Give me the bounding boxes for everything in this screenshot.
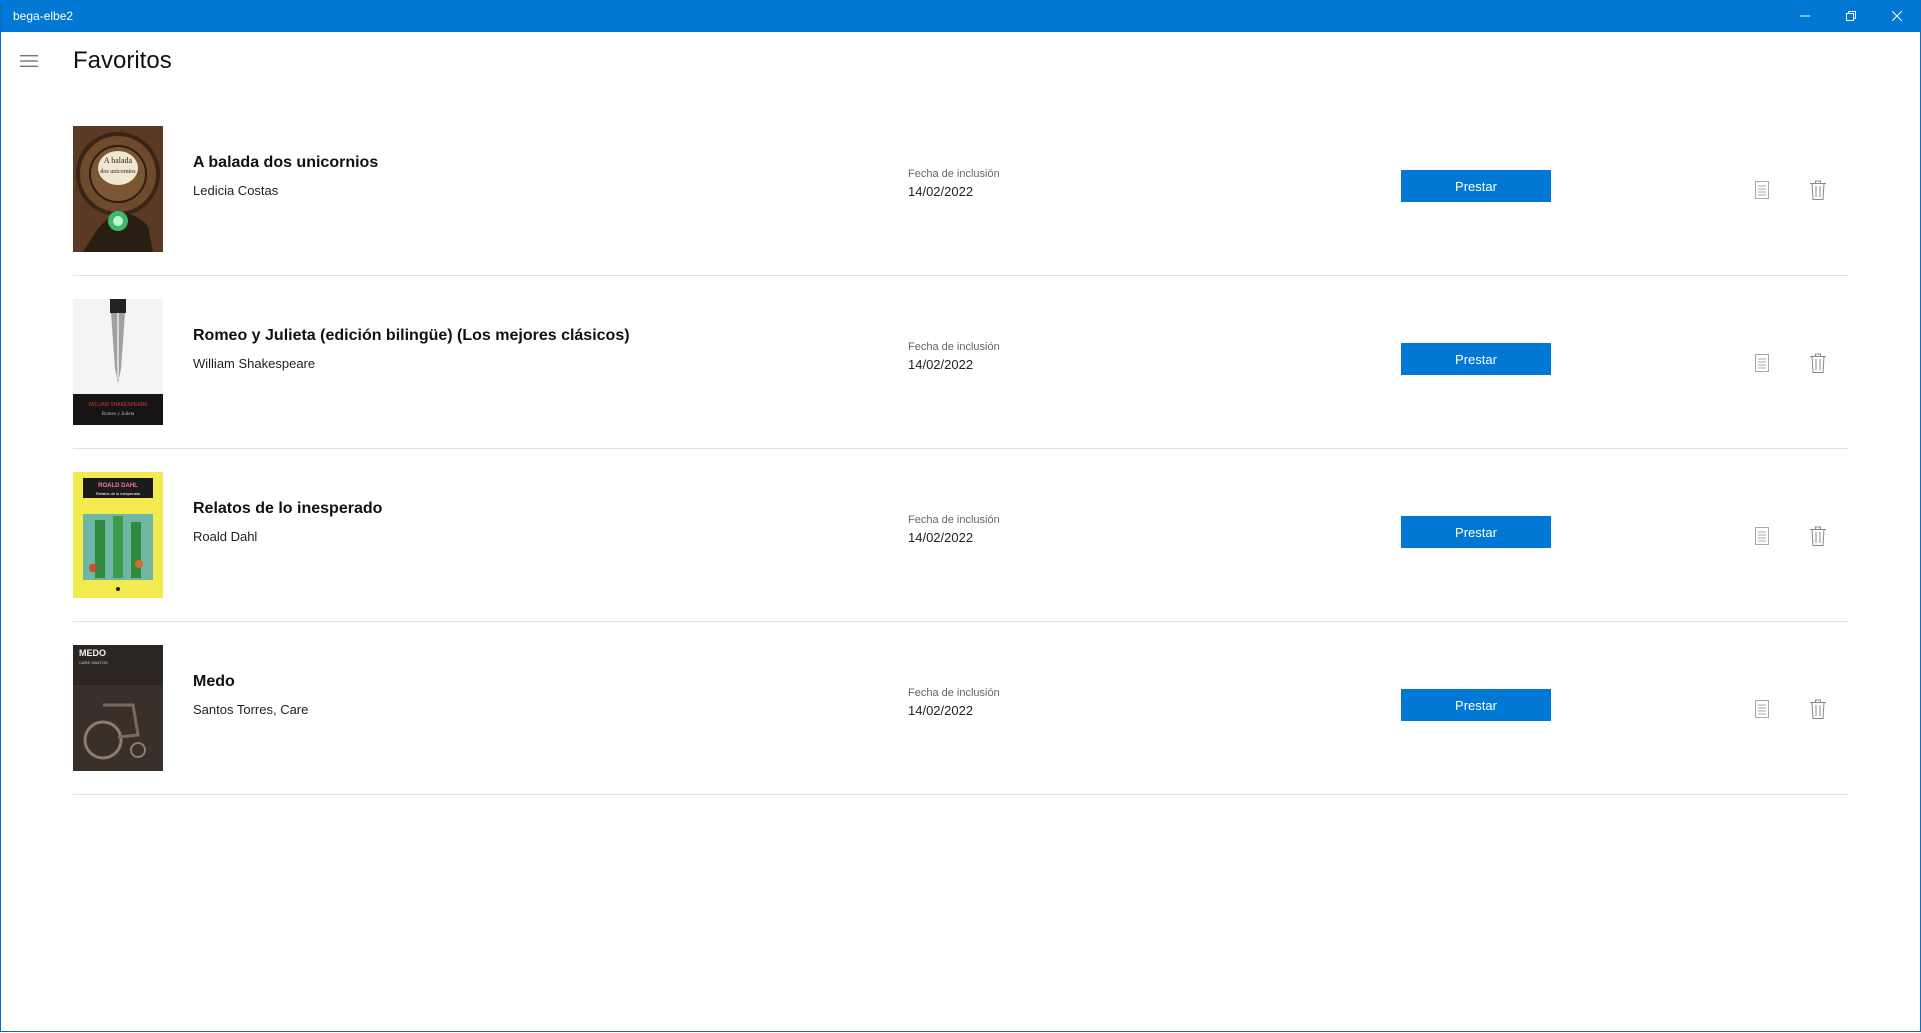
details-button[interactable] <box>1742 343 1782 383</box>
title-bar: bega-elbe2 <box>1 0 1920 32</box>
trash-icon <box>1810 180 1826 200</box>
document-icon <box>1755 527 1769 545</box>
restore-button[interactable] <box>1828 0 1874 32</box>
hamburger-icon <box>20 55 38 67</box>
book-cover[interactable]: A balada dos unicornios <box>73 126 163 252</box>
svg-text:Romeo y Julieta: Romeo y Julieta <box>102 412 135 417</box>
lend-button[interactable]: Prestar <box>1401 170 1551 202</box>
book-author: Ledicia Costas <box>193 183 279 198</box>
book-title[interactable]: A balada dos unicornios <box>193 154 378 172</box>
document-icon <box>1755 354 1769 372</box>
delete-button[interactable] <box>1798 689 1838 729</box>
details-button[interactable] <box>1742 516 1782 556</box>
lend-button[interactable]: Prestar <box>1401 689 1551 721</box>
app-window: bega-elbe2 Favoritos A balada dos unicor… <box>0 0 1921 1032</box>
book-title[interactable]: Relatos de lo inesperado <box>193 500 382 518</box>
book-title[interactable]: Medo <box>193 673 235 691</box>
cover-author: WILLIAM SHAKESPEARE <box>88 402 148 408</box>
document-icon <box>1755 700 1769 718</box>
close-button[interactable] <box>1874 0 1920 32</box>
favorites-list: A balada dos unicornios A balada dos uni… <box>73 104 1848 796</box>
cover-title: MEDO <box>79 648 106 658</box>
book-title[interactable]: Romeo y Julieta (edición bilingüe) (Los … <box>193 327 630 345</box>
date-label: Fecha de inclusión <box>908 687 1000 699</box>
minimize-button[interactable] <box>1782 0 1828 32</box>
hamburger-menu-button[interactable] <box>9 43 49 79</box>
book-cover[interactable]: ROALD DAHL Relatos de lo inesperado <box>73 472 163 598</box>
document-icon <box>1755 181 1769 199</box>
svg-text:CARE SANTOS: CARE SANTOS <box>79 660 108 665</box>
page-title: Favoritos <box>73 47 172 74</box>
favorite-row: MEDO CARE SANTOS Medo Santos Torres, Car… <box>73 623 1848 795</box>
trash-icon <box>1810 353 1826 373</box>
delete-button[interactable] <box>1798 170 1838 210</box>
trash-icon <box>1810 699 1826 719</box>
book-author: Santos Torres, Care <box>193 702 309 717</box>
cover-title-b: dos unicornios <box>100 169 136 175</box>
favorite-row: ROALD DAHL Relatos de lo inesperado Rela… <box>73 450 1848 622</box>
date-value: 14/02/2022 <box>908 357 974 372</box>
date-value: 14/02/2022 <box>908 530 974 545</box>
delete-button[interactable] <box>1798 516 1838 556</box>
delete-button[interactable] <box>1798 343 1838 383</box>
restore-icon <box>1846 11 1856 21</box>
window-title: bega-elbe2 <box>13 9 74 23</box>
trash-icon <box>1810 526 1826 546</box>
book-author: William Shakespeare <box>193 356 316 371</box>
svg-text:Relatos de lo inesperado: Relatos de lo inesperado <box>96 491 141 496</box>
cover-author: ROALD DAHL <box>98 483 138 489</box>
book-cover[interactable]: WILLIAM SHAKESPEARE Romeo y Julieta <box>73 299 163 425</box>
date-value: 14/02/2022 <box>908 703 974 718</box>
lend-button[interactable]: Prestar <box>1401 343 1551 375</box>
favorite-row: A balada dos unicornios A balada dos uni… <box>73 104 1848 276</box>
date-label: Fecha de inclusión <box>908 168 1000 180</box>
lend-button[interactable]: Prestar <box>1401 516 1551 548</box>
cover-title-a: A balada <box>104 156 133 165</box>
minimize-icon <box>1800 15 1810 17</box>
date-label: Fecha de inclusión <box>908 514 1000 526</box>
book-cover[interactable]: MEDO CARE SANTOS <box>73 645 163 771</box>
book-author: Roald Dahl <box>193 529 258 544</box>
details-button[interactable] <box>1742 689 1782 729</box>
date-value: 14/02/2022 <box>908 184 974 199</box>
favorite-row: WILLIAM SHAKESPEARE Romeo y Julieta Rome… <box>73 277 1848 449</box>
date-label: Fecha de inclusión <box>908 341 1000 353</box>
details-button[interactable] <box>1742 170 1782 210</box>
close-icon <box>1892 11 1902 21</box>
